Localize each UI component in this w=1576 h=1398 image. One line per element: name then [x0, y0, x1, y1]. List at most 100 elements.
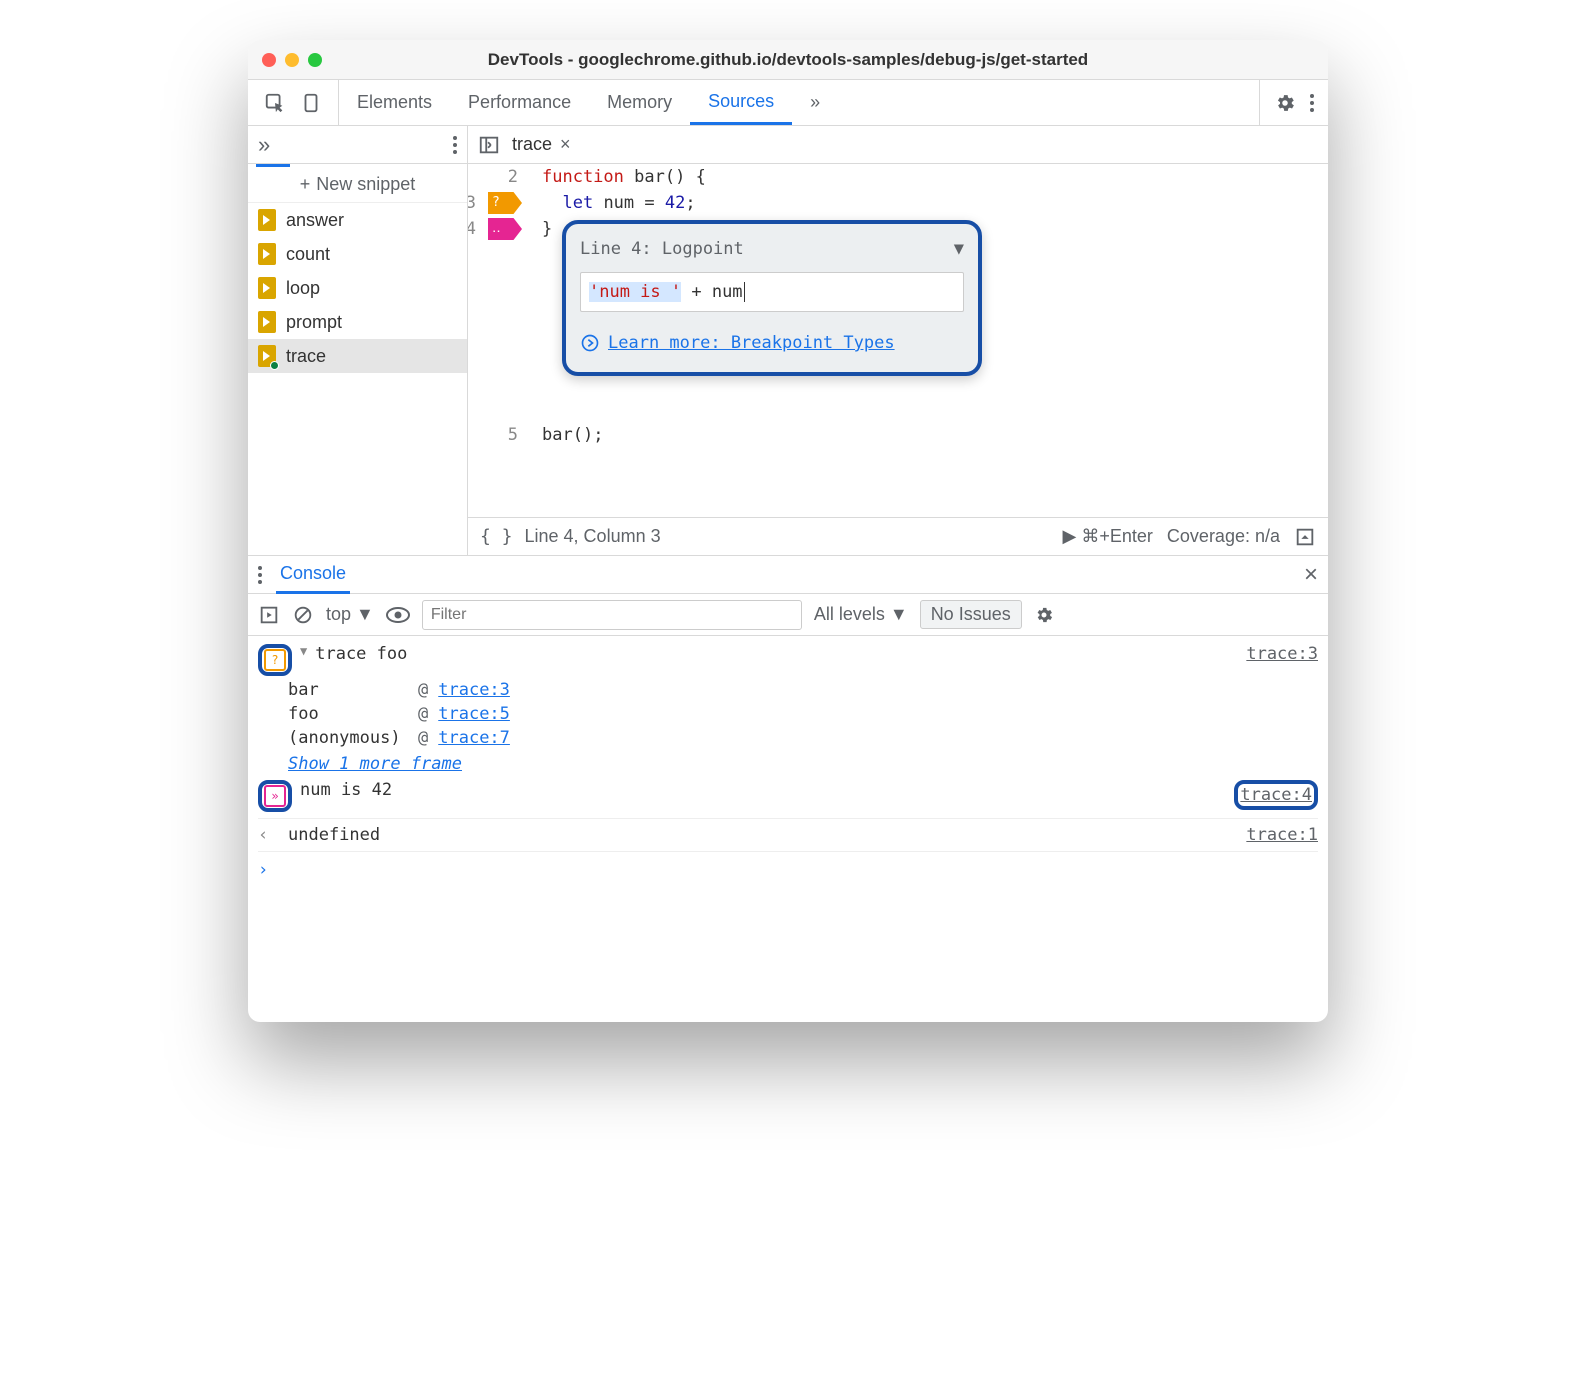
- line-number-gutter[interactable]: 2?3‥4 5: [468, 164, 528, 517]
- conditional-breakpoint-icon[interactable]: ?: [488, 192, 522, 214]
- expand-trace-icon[interactable]: ▼: [300, 644, 307, 658]
- execution-play-icon[interactable]: [258, 604, 280, 626]
- snippet-item-answer[interactable]: answer: [248, 203, 467, 237]
- close-drawer-icon[interactable]: ×: [1304, 561, 1318, 589]
- breakpoint-type-dropdown[interactable]: ▼: [954, 236, 964, 262]
- stack-function: bar: [288, 680, 408, 700]
- coverage-status: Coverage: n/a: [1167, 526, 1280, 547]
- collapse-icon[interactable]: [1294, 526, 1316, 548]
- snippet-file-icon: [258, 345, 276, 367]
- live-expression-icon[interactable]: [386, 606, 410, 624]
- context-selector[interactable]: top ▼: [326, 604, 374, 625]
- console-panel: Console × top ▼ All levels ▼ No Issues: [248, 556, 1328, 1022]
- snippet-item-trace[interactable]: trace: [248, 339, 467, 373]
- inspect-icon[interactable]: [264, 92, 286, 114]
- line-number[interactable]: 2: [468, 164, 518, 190]
- arrow-circle-icon: [580, 333, 600, 353]
- sidebar-menu-icon[interactable]: [453, 136, 457, 154]
- console-prompt[interactable]: ›: [258, 856, 1318, 884]
- stack-source-link[interactable]: trace:5: [438, 704, 510, 724]
- snippet-label: trace: [286, 346, 326, 367]
- stack-function: foo: [288, 704, 408, 724]
- line-number[interactable]: 5: [468, 422, 518, 448]
- sidebar-expand-icon[interactable]: »: [258, 132, 270, 158]
- tab-elements[interactable]: Elements: [339, 80, 450, 125]
- code-line[interactable]: let num = 42;: [542, 190, 1328, 216]
- more-menu-icon[interactable]: [1310, 94, 1314, 112]
- console-message: trace foo: [315, 644, 1238, 664]
- settings-gear-icon[interactable]: [1274, 92, 1296, 114]
- source-link-highlight: trace:4: [1234, 780, 1318, 810]
- devtools-window: DevTools - googlechrome.github.io/devtoo…: [248, 40, 1328, 1022]
- code-line[interactable]: bar();: [542, 422, 1328, 448]
- learn-more-link[interactable]: Learn more: Breakpoint Types: [608, 330, 895, 356]
- line-number[interactable]: ‥4: [468, 216, 518, 242]
- device-toggle-icon[interactable]: [300, 92, 322, 114]
- snippet-item-loop[interactable]: loop: [248, 271, 467, 305]
- trace-badge-highlight: ?: [258, 644, 292, 676]
- snippet-item-count[interactable]: count: [248, 237, 467, 271]
- filter-input[interactable]: [422, 600, 802, 630]
- pretty-print-icon[interactable]: { }: [480, 526, 513, 547]
- titlebar: DevTools - googlechrome.github.io/devtoo…: [248, 40, 1328, 80]
- logpoint-badge-highlight: »: [258, 780, 292, 812]
- tab-sources[interactable]: Sources: [690, 80, 792, 125]
- stack-frame: foo@trace:5: [288, 702, 1318, 726]
- logpoint-badge-icon: »: [264, 785, 286, 807]
- new-snippet-label: New snippet: [316, 174, 415, 195]
- snippets-sidebar: » + New snippet answer count loop prompt tra…: [248, 126, 468, 555]
- source-link[interactable]: trace:3: [1246, 644, 1318, 664]
- editor-tab-label: trace: [512, 134, 552, 155]
- tabs-overflow-icon[interactable]: »: [792, 80, 838, 125]
- stack-source-link[interactable]: trace:3: [438, 680, 510, 700]
- snippet-file-icon: [258, 243, 276, 265]
- console-menu-icon[interactable]: [258, 566, 262, 584]
- editor-file-tab[interactable]: trace ×: [512, 134, 571, 155]
- window-controls[interactable]: [262, 53, 322, 67]
- conditional-breakpoint-badge-icon: ?: [264, 649, 286, 671]
- source-link[interactable]: trace:4: [1240, 785, 1312, 805]
- code-editor: trace × 2?3‥4 5 function bar() { let num …: [468, 126, 1328, 555]
- console-entry: ‹undefinedtrace:1: [258, 823, 1318, 847]
- issues-button[interactable]: No Issues: [920, 600, 1022, 629]
- new-snippet-button[interactable]: + New snippet: [248, 167, 467, 203]
- close-tab-icon[interactable]: ×: [560, 134, 571, 155]
- logpoint-label: Line 4: Logpoint: [580, 236, 744, 262]
- stack-function: (anonymous): [288, 728, 408, 748]
- snippet-label: count: [286, 244, 330, 265]
- log-levels-dropdown[interactable]: All levels ▼: [814, 604, 908, 625]
- snippet-file-icon: [258, 209, 276, 231]
- snippet-label: answer: [286, 210, 344, 231]
- stack-trace: bar@trace:3foo@trace:5(anonymous)@trace:…: [288, 678, 1318, 750]
- console-settings-icon[interactable]: [1034, 605, 1054, 625]
- editor-statusbar: { } Line 4, Column 3 ▶ ⌘+Enter Coverage:…: [468, 517, 1328, 555]
- logpoint-breakpoint-icon[interactable]: ‥: [488, 218, 522, 240]
- minimize-window-icon[interactable]: [285, 53, 299, 67]
- stack-source-link[interactable]: trace:7: [438, 728, 510, 748]
- run-snippet-hint[interactable]: ▶ ⌘+Enter: [1063, 526, 1153, 547]
- logpoint-expression-input[interactable]: 'num is ' + num: [580, 272, 964, 312]
- clear-console-icon[interactable]: [292, 604, 314, 626]
- snippet-item-prompt[interactable]: prompt: [248, 305, 467, 339]
- stack-frame: bar@trace:3: [288, 678, 1318, 702]
- line-number[interactable]: ?3: [468, 190, 518, 216]
- code-line[interactable]: function bar() {: [542, 164, 1328, 190]
- snippet-file-icon: [258, 311, 276, 333]
- console-tab[interactable]: Console: [276, 556, 350, 594]
- plus-icon: +: [300, 174, 311, 195]
- main-tabbar: ElementsPerformanceMemorySources»: [248, 80, 1328, 126]
- snippet-file-icon: [258, 277, 276, 299]
- tab-performance[interactable]: Performance: [450, 80, 589, 125]
- tab-memory[interactable]: Memory: [589, 80, 690, 125]
- source-link[interactable]: trace:1: [1246, 825, 1318, 845]
- snippet-label: prompt: [286, 312, 342, 333]
- show-more-frames-link[interactable]: Show 1 more frame: [288, 750, 1318, 778]
- close-window-icon[interactable]: [262, 53, 276, 67]
- zoom-window-icon[interactable]: [308, 53, 322, 67]
- console-message: undefined: [288, 825, 1238, 845]
- window-title: DevTools - googlechrome.github.io/devtoo…: [248, 50, 1328, 70]
- navigator-toggle-icon[interactable]: [478, 134, 500, 156]
- logpoint-popup: Line 4: Logpoint ▼ 'num is ' + num Learn…: [562, 220, 982, 376]
- cursor-position: Line 4, Column 3: [525, 526, 661, 547]
- snippet-label: loop: [286, 278, 320, 299]
